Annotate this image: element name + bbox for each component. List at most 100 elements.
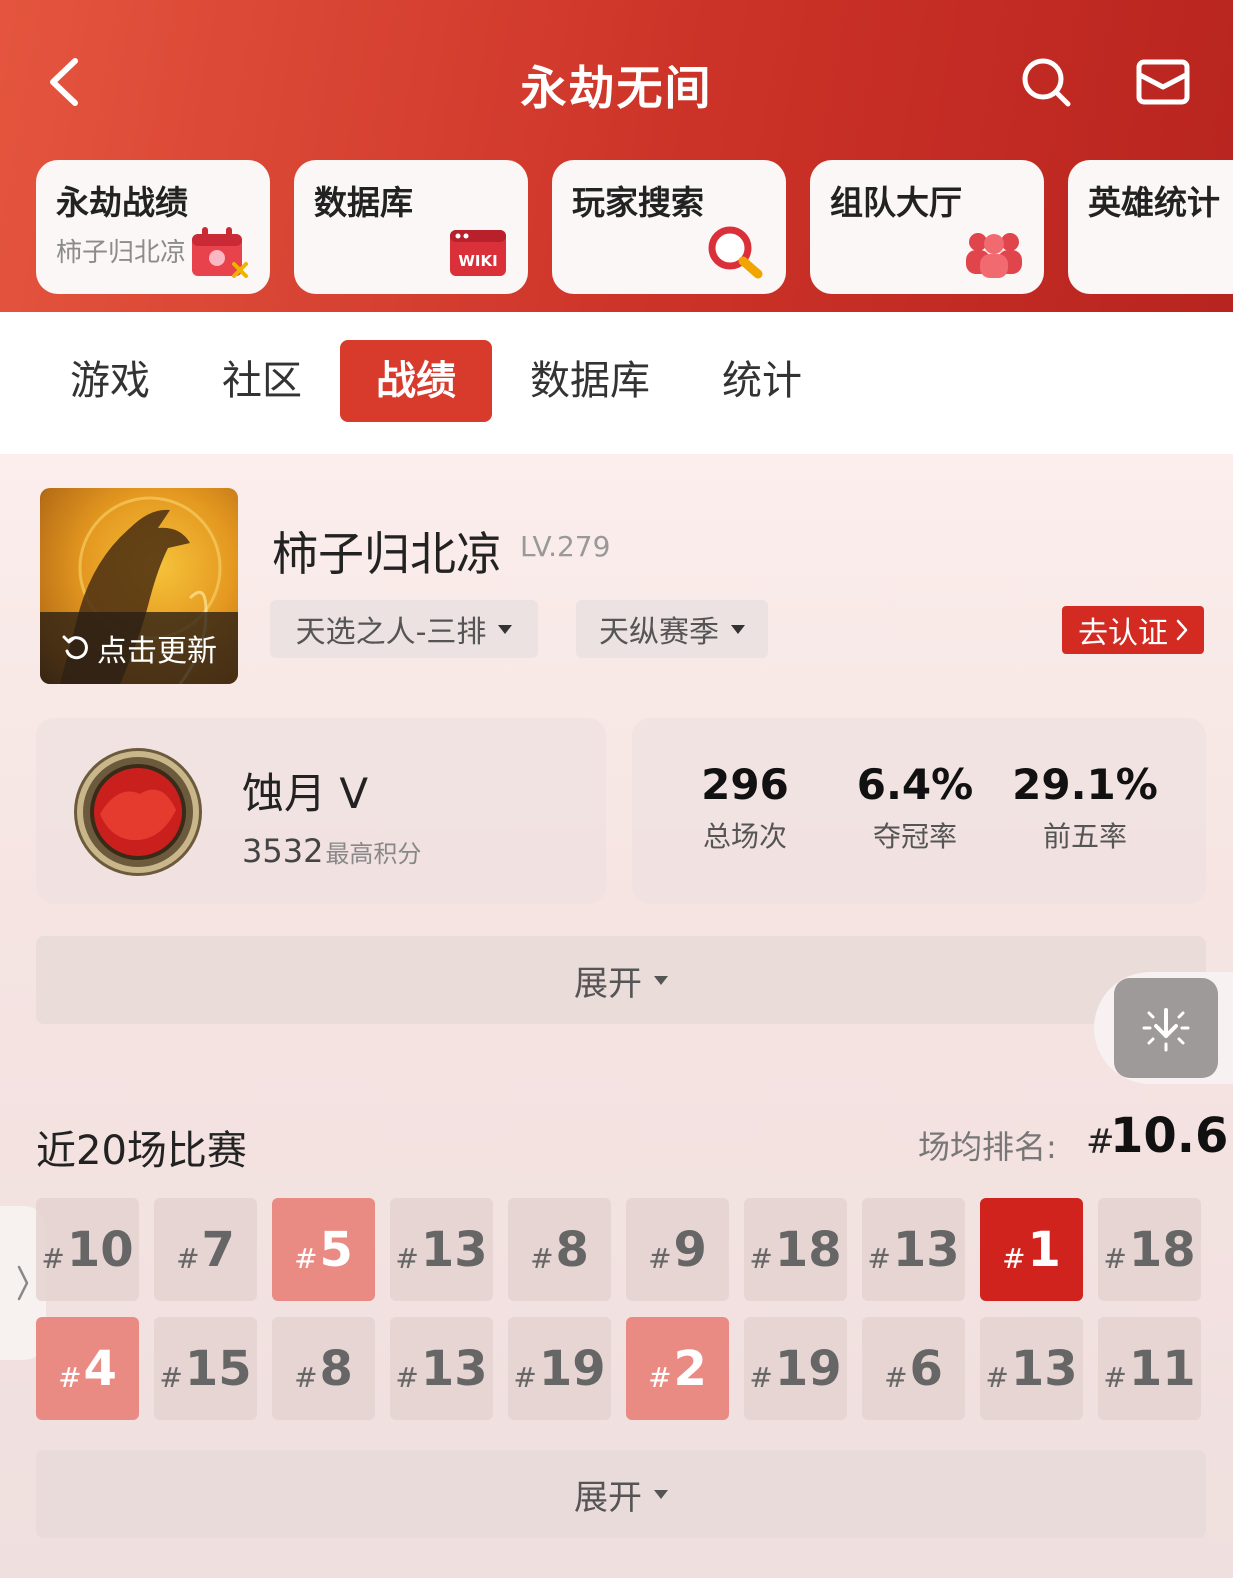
tab-records[interactable]: 战绩	[340, 340, 492, 422]
shortcut-title: 玩家搜索	[572, 183, 704, 222]
match-rank-tile[interactable]: #15	[154, 1317, 257, 1420]
verify-button[interactable]: 去认证	[1062, 606, 1204, 654]
match-rank-hash: #	[867, 1242, 891, 1275]
match-rank-hash: #	[749, 1361, 773, 1394]
expand-button[interactable]: 展开	[36, 936, 1206, 1024]
shortcut-database[interactable]: 数据库 WIKI	[294, 160, 528, 294]
match-rank-tile[interactable]: #7	[154, 1198, 257, 1301]
match-rank-hash: #	[159, 1361, 183, 1394]
match-rank-tile[interactable]: #9	[626, 1198, 729, 1301]
match-rank-hash: #	[294, 1242, 318, 1275]
match-rank-value: 13	[420, 1340, 488, 1397]
match-rank-hash: #	[884, 1361, 908, 1394]
floating-action-inner[interactable]	[1114, 978, 1218, 1078]
stat-total-games: 296 总场次	[660, 760, 830, 855]
match-rank-hash: #	[513, 1361, 537, 1394]
expand-label: 展开	[574, 1477, 642, 1518]
mail-button[interactable]	[1134, 54, 1192, 110]
match-rank-tile[interactable]: #13	[390, 1198, 493, 1301]
match-rank-value: 11	[1128, 1340, 1196, 1397]
rank-emblem-icon	[74, 748, 202, 876]
mail-icon	[1136, 59, 1190, 105]
tab-database[interactable]: 数据库	[510, 340, 670, 422]
match-rank-tile[interactable]: #4	[36, 1317, 139, 1420]
match-rank-tile[interactable]: #18	[1098, 1198, 1201, 1301]
match-rank-tile[interactable]: #10	[36, 1198, 139, 1301]
match-rank-value: 13	[1010, 1340, 1078, 1397]
match-rank-tile[interactable]: #8	[272, 1317, 375, 1420]
calendar-badge-icon	[192, 227, 248, 278]
match-rank-tile[interactable]: #5	[272, 1198, 375, 1301]
caret-down-icon	[654, 975, 668, 985]
expand-button[interactable]: 展开	[36, 1450, 1206, 1538]
shortcut-title: 组队大厅	[830, 183, 962, 222]
tab-community[interactable]: 社区	[192, 340, 332, 422]
shortcut-hero-stats[interactable]: 英雄统计	[1068, 160, 1233, 294]
recent-matches-title: 近20场比赛	[36, 1128, 247, 1174]
match-rank-hash: #	[648, 1361, 672, 1394]
match-rank-tile[interactable]: #13	[862, 1198, 965, 1301]
shortcut-player-search[interactable]: 玩家搜索	[552, 160, 786, 294]
season-dropdown[interactable]: 天纵赛季	[576, 600, 768, 658]
caret-down-icon	[731, 624, 745, 634]
recent-matches-grid: #10 #7 #5 #13 #8 #9 #18 #13 #1 #18 #4 #15 #8 #13 #19 #2…	[36, 1198, 1206, 1420]
stat-win-rate: 6.4% 夺冠率	[830, 760, 1000, 855]
match-rank-value: 7	[201, 1221, 235, 1278]
match-rank-value: 5	[319, 1221, 353, 1278]
stat-value: 6.4%	[856, 760, 974, 809]
match-rank-value: 4	[83, 1340, 117, 1397]
match-rank-tile[interactable]: #11	[1098, 1317, 1201, 1420]
stat-label: 前五率	[1042, 820, 1127, 853]
match-rank-tile[interactable]: #1	[980, 1198, 1083, 1301]
update-button[interactable]: 点击更新	[40, 612, 238, 684]
update-label: 点击更新	[97, 634, 217, 669]
shortcut-records[interactable]: 永劫战绩 柿子归北凉	[36, 160, 270, 294]
match-rank-value: 1	[1027, 1221, 1061, 1278]
wiki-icon-text: WIKI	[458, 252, 497, 270]
tab-game[interactable]: 游戏	[40, 340, 180, 422]
magnifier-icon	[708, 226, 763, 279]
match-rank-value: 8	[555, 1221, 589, 1278]
match-rank-tile[interactable]: #13	[980, 1317, 1083, 1420]
player-level: LV.279	[520, 530, 611, 563]
search-button[interactable]	[1018, 54, 1074, 110]
stat-value: 29.1%	[1012, 760, 1158, 809]
stat-label: 夺冠率	[872, 820, 957, 853]
match-rank-hash: #	[58, 1361, 82, 1394]
match-rank-hash: #	[1103, 1242, 1127, 1275]
match-rank-value: 6	[909, 1340, 943, 1397]
rank-score-label: 最高积分	[325, 840, 422, 868]
match-rank-tile[interactable]: #6	[862, 1317, 965, 1420]
match-rank-hash: #	[41, 1242, 65, 1275]
match-rank-value: 19	[774, 1340, 842, 1397]
player-name: 柿子归北凉	[272, 527, 502, 581]
stat-label: 总场次	[702, 820, 787, 853]
season-dropdown-value: 天纵赛季	[599, 615, 719, 650]
rank-score-value: 3532	[242, 832, 324, 870]
match-rank-value: 10	[66, 1221, 134, 1278]
shortcut-row: 永劫战绩 柿子归北凉 数据库 WIKI 玩家搜索 组队大厅 英雄统计	[36, 160, 1233, 294]
match-rank-tile[interactable]: #13	[390, 1317, 493, 1420]
mode-dropdown[interactable]: 天选之人-三排	[270, 600, 538, 658]
match-rank-hash: #	[648, 1242, 672, 1275]
match-rank-tile[interactable]: #2	[626, 1317, 729, 1420]
expand-label: 展开	[574, 963, 642, 1004]
match-rank-tile[interactable]: #19	[508, 1317, 611, 1420]
match-rank-tile[interactable]: #18	[744, 1198, 847, 1301]
chevron-right-icon	[17, 1265, 29, 1301]
shortcut-team-lobby[interactable]: 组队大厅	[810, 160, 1044, 294]
wiki-icon: WIKI	[450, 230, 506, 276]
match-rank-tile[interactable]: #8	[508, 1198, 611, 1301]
floating-action-button[interactable]	[1094, 972, 1233, 1084]
match-rank-value: 8	[319, 1340, 353, 1397]
match-rank-hash: #	[1103, 1361, 1127, 1394]
app-header: 永劫无间 永劫战绩 柿子归北凉 数据库 WIKI 玩家搜索 组队大厅 英雄统计	[0, 0, 1233, 312]
match-rank-tile[interactable]: #19	[744, 1317, 847, 1420]
match-rank-hash: #	[530, 1242, 554, 1275]
tab-stats[interactable]: 统计	[692, 340, 832, 422]
avatar[interactable]: 点击更新	[40, 488, 238, 684]
match-rank-hash: #	[294, 1361, 318, 1394]
download-spark-icon	[1142, 1008, 1190, 1052]
match-rank-hash: #	[985, 1361, 1009, 1394]
caret-down-icon	[654, 1489, 668, 1499]
